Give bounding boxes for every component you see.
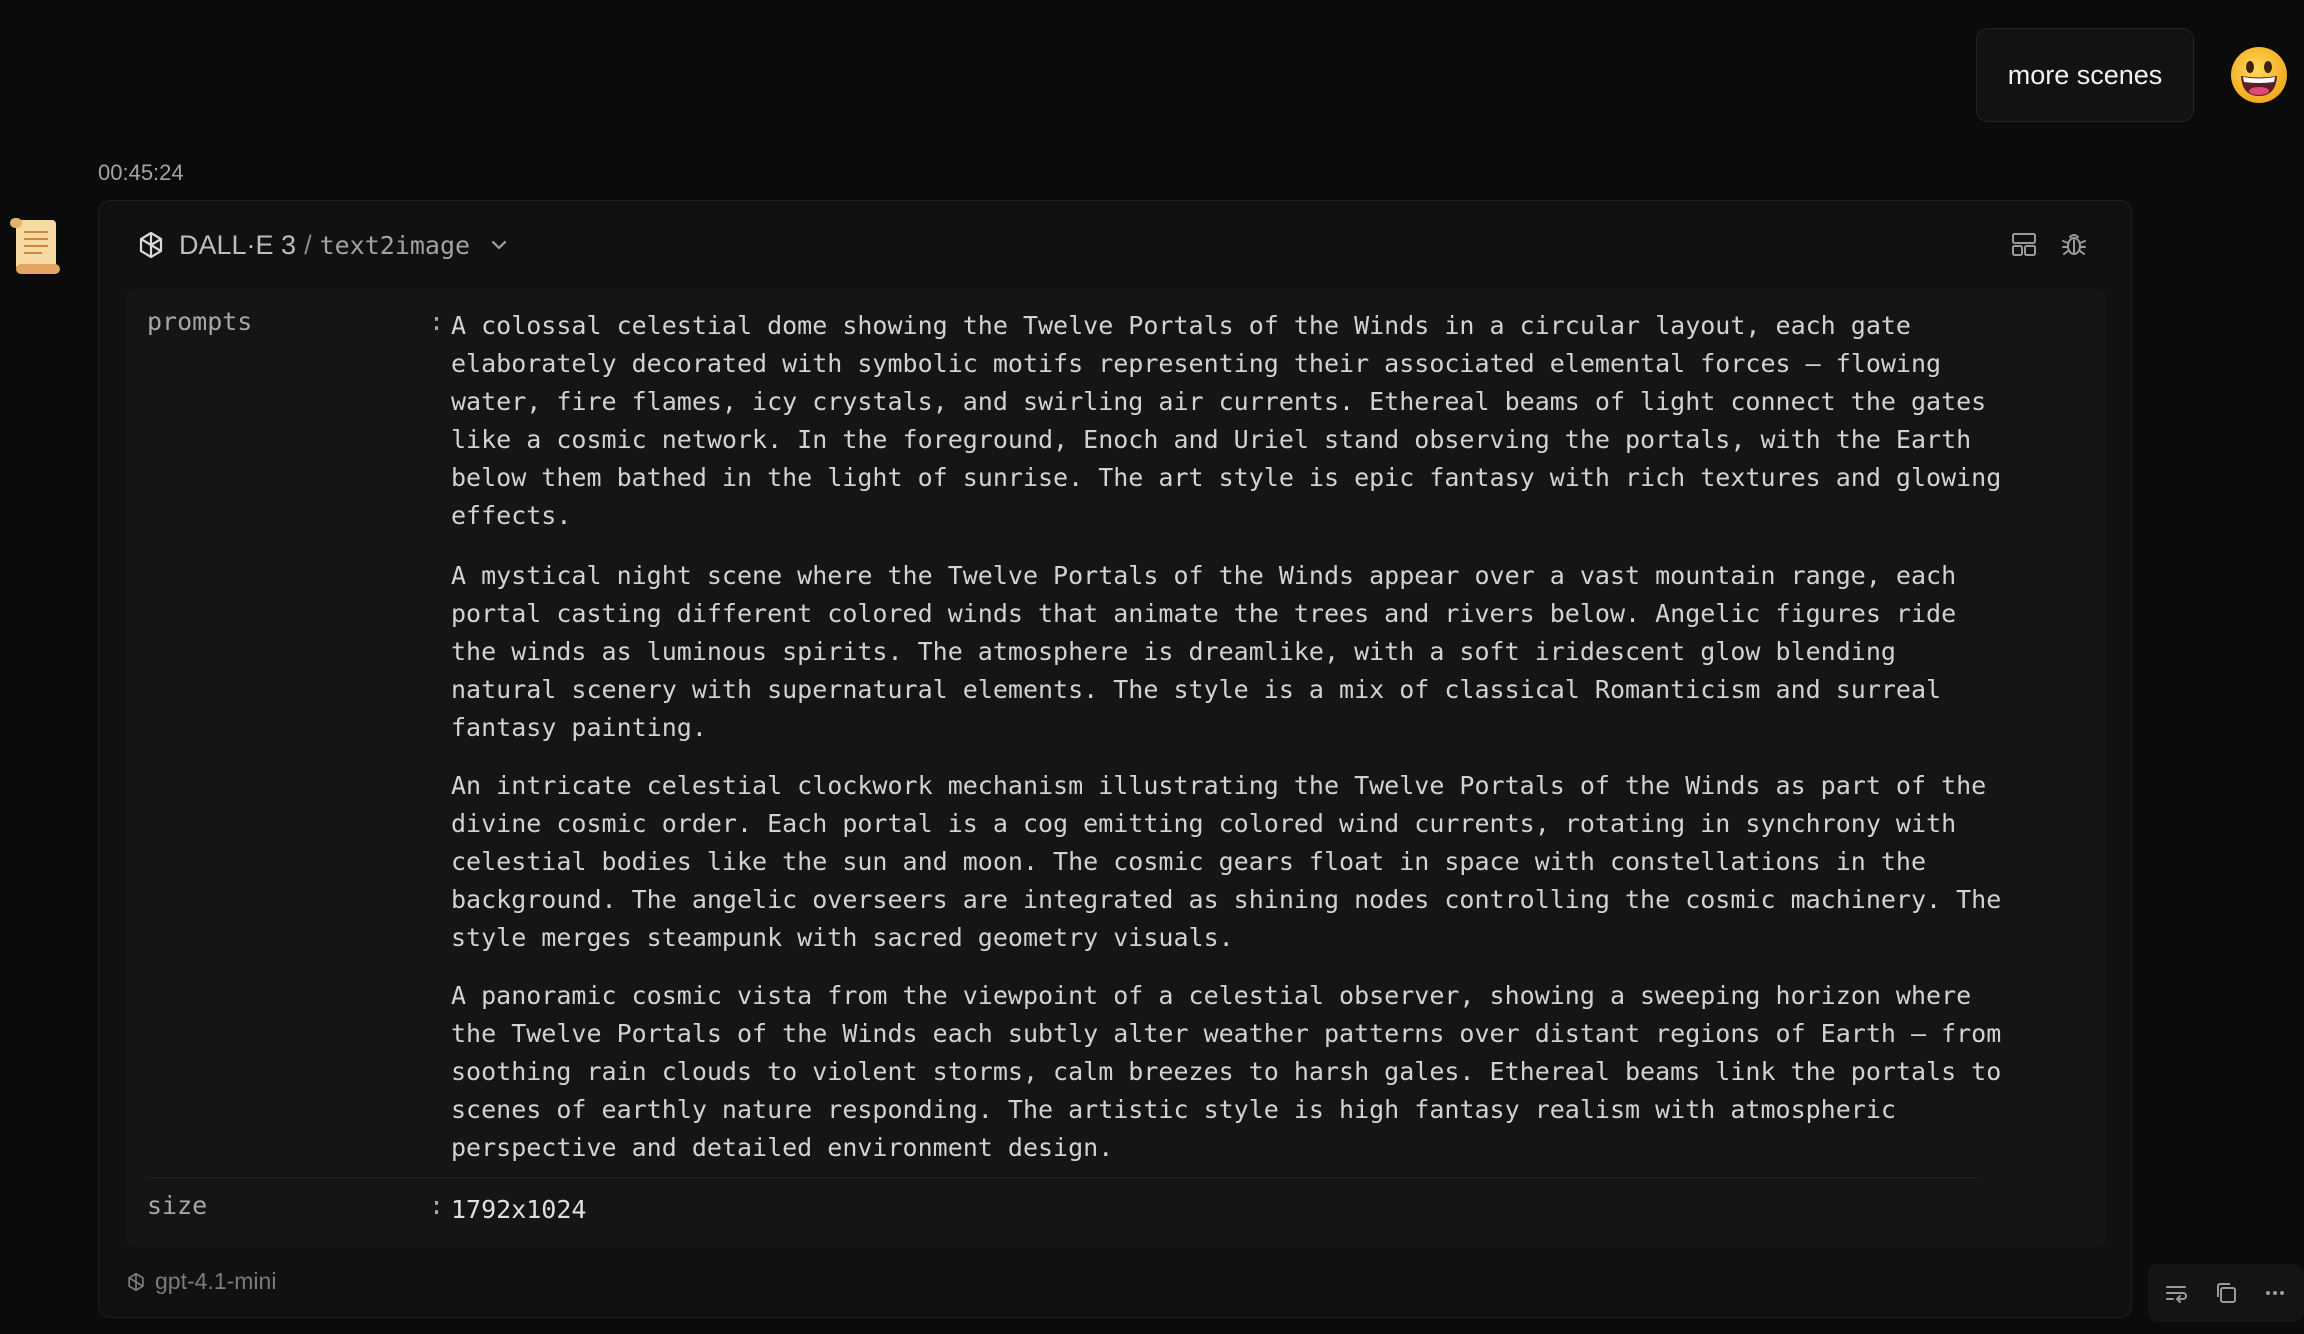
footer-model-name: gpt-4.1-mini xyxy=(155,1268,277,1294)
user-message-text: more scenes xyxy=(2007,59,2163,90)
scroll-document-icon xyxy=(10,218,60,274)
chat-page: more scenes 00:45:24 DALL·E 3 / text2ima… xyxy=(0,0,2304,1334)
bug-icon[interactable] xyxy=(2059,229,2089,259)
tool-arguments-panel: prompts : A colossal celestial dome show… xyxy=(125,289,2107,1247)
arg-key-prompts: prompts xyxy=(147,307,253,336)
card-header-actions xyxy=(2009,229,2089,259)
tool-call-card: DALL·E 3 / text2image prompts: A coloss… xyxy=(98,200,2132,1318)
user-message-bubble: more scenes xyxy=(1976,28,2194,122)
more-options-icon[interactable] xyxy=(2261,1279,2289,1307)
arg-value-size: 1792x1024 xyxy=(451,1195,587,1224)
tool-name: text2image xyxy=(319,230,471,260)
openai-logo-icon xyxy=(128,1272,144,1291)
prompt-item: A panoramic cosmic vista from the viewpo… xyxy=(451,981,2002,1162)
prompt-item: A mystical night scene where the Twelve … xyxy=(451,561,1957,742)
model-separator: / xyxy=(304,229,312,260)
layout-icon[interactable] xyxy=(2009,229,2039,259)
arg-key-size: size xyxy=(147,1191,208,1220)
grinning-face-icon[interactable] xyxy=(2230,46,2288,104)
chevron-down-icon[interactable] xyxy=(488,234,510,256)
tool-call-header[interactable]: DALL·E 3 / text2image xyxy=(135,227,510,263)
openai-logo-icon xyxy=(139,231,163,259)
wrap-text-icon[interactable] xyxy=(2163,1279,2191,1307)
arg-colon: : xyxy=(429,1191,445,1220)
footer-model-label: gpt-4.1-mini xyxy=(125,1268,276,1295)
args-divider xyxy=(147,1177,1977,1178)
message-timestamp: 00:45:24 xyxy=(98,160,184,185)
message-action-bar xyxy=(2148,1264,2304,1322)
copy-icon[interactable] xyxy=(2212,1279,2240,1307)
prompt-item: An intricate celestial clockwork mechani… xyxy=(451,771,2002,952)
model-name: DALL·E 3 xyxy=(179,229,297,260)
arg-colon: : xyxy=(429,307,445,336)
prompt-item: A colossal celestial dome showing the Tw… xyxy=(451,311,2002,530)
